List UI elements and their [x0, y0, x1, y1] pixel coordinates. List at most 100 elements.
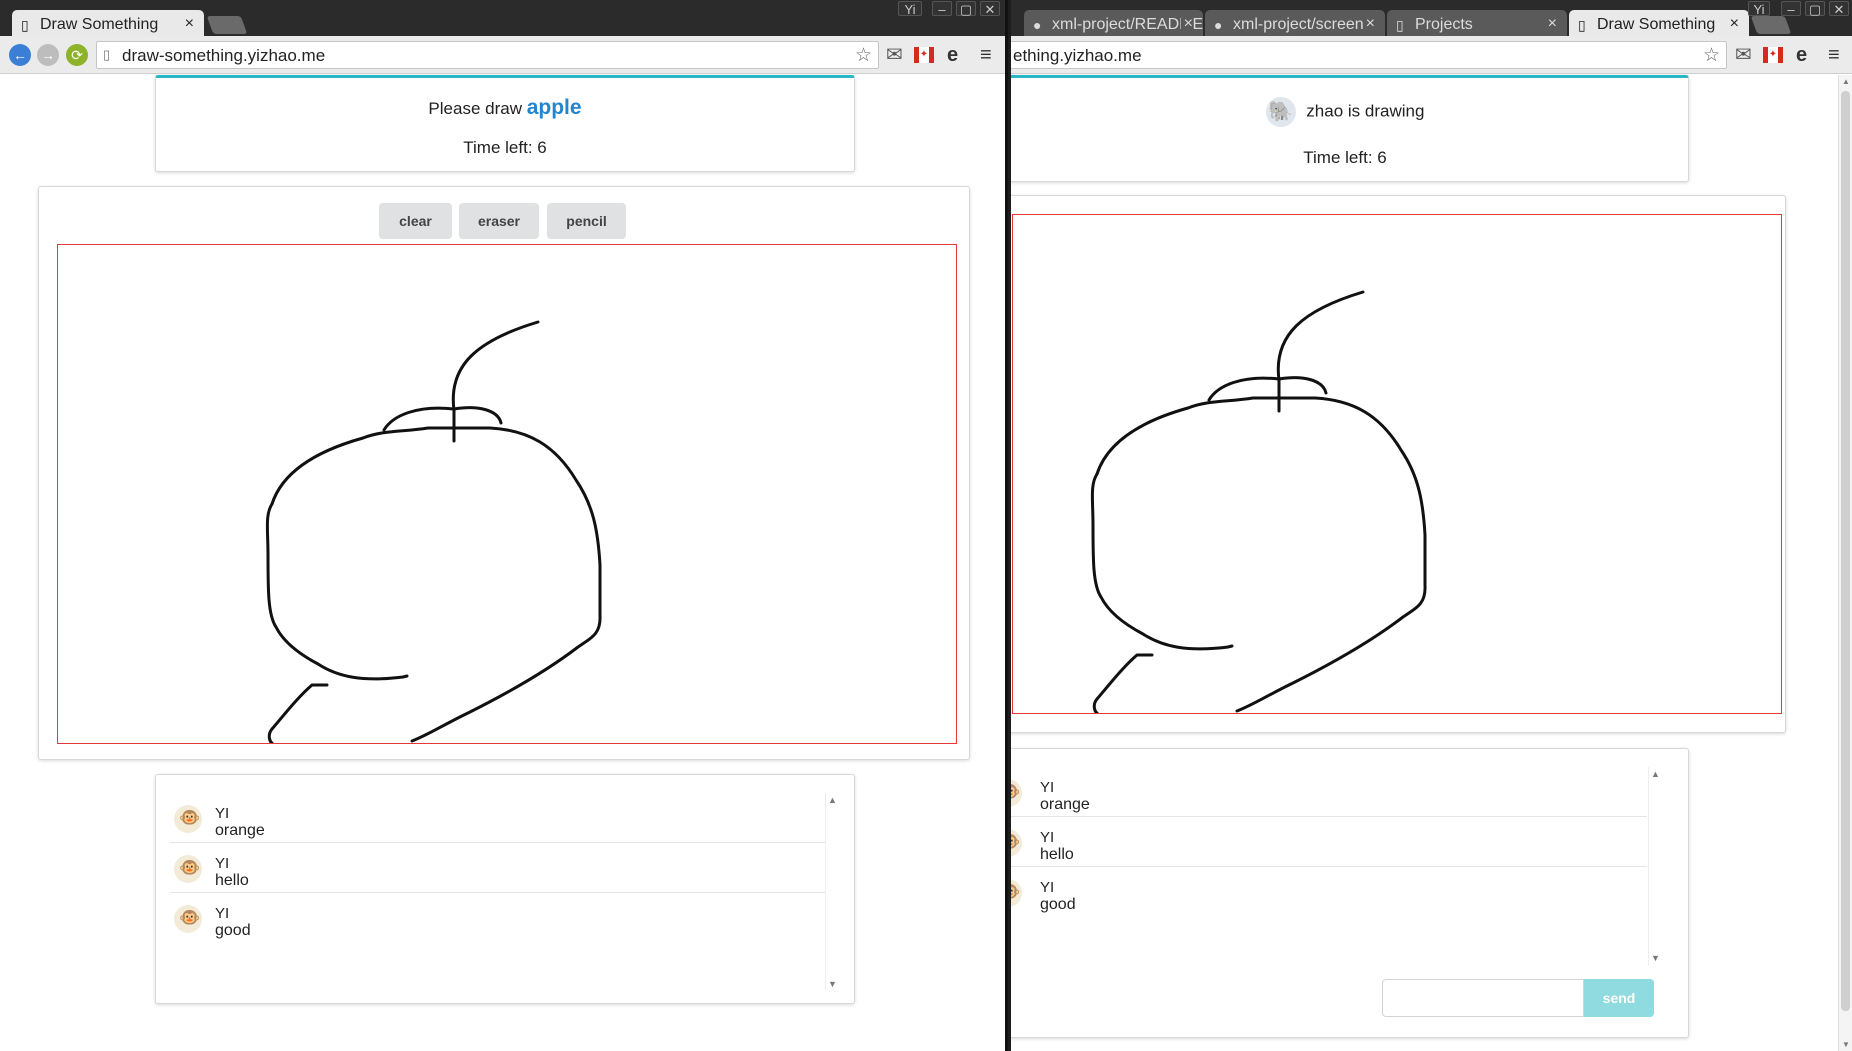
new-tab-button[interactable]	[206, 16, 248, 34]
back-icon[interactable]: ←	[9, 44, 31, 66]
address-bar[interactable]: ething.yizhao.me ☆	[1011, 41, 1727, 69]
monkey-avatar-icon: 🐵	[174, 805, 202, 833]
tab-draw-something[interactable]: ▯ Draw Something ×	[12, 10, 204, 37]
message-text: hello	[215, 872, 249, 889]
clear-button[interactable]: clear	[379, 203, 452, 239]
address-bar[interactable]: ▯ draw-something.yizhao.me ☆	[96, 41, 879, 69]
scroll-down-icon[interactable]: ▼	[1842, 1040, 1850, 1049]
new-tab-button[interactable]	[1750, 16, 1792, 34]
tab-title: Draw Something	[40, 16, 159, 33]
prompt-line: Please draw apple	[156, 96, 854, 120]
tab-strip: ▯ Draw Something × Yi – ▢ ✕	[0, 0, 1005, 37]
drawing-panel	[1011, 195, 1786, 733]
chat-message: 🐵 YI orange	[1011, 767, 1647, 817]
page-icon: ▯	[1396, 17, 1404, 33]
close-tab-icon[interactable]: ×	[1180, 15, 1193, 33]
scroll-up-icon[interactable]: ▲	[1842, 77, 1850, 86]
left-browser-window: ▯ Draw Something × Yi – ▢ ✕ ← → ⟳ ▯ draw…	[0, 0, 1008, 1051]
maximize-icon[interactable]: ▢	[1805, 1, 1825, 17]
close-window-icon[interactable]: ✕	[1829, 1, 1849, 17]
page-content: 🐘 zhao is drawing Time left: 6 YI orange…	[1011, 75, 1852, 1051]
extension-e-icon[interactable]: e	[947, 44, 958, 66]
page-scrollbar[interactable]: ▲ ▼	[1838, 75, 1852, 1051]
drawing-panel: clear eraser pencil	[38, 186, 970, 760]
chat-panel: 🐵 YI orange 🐵 YI hello 🐵 YI good ▲ ▼	[1011, 748, 1689, 1038]
chat-scrollbar[interactable]: ▲ ▼	[825, 793, 839, 991]
minimize-icon[interactable]: –	[932, 1, 952, 17]
chat-message: 🐵 YI hello	[1011, 817, 1647, 867]
scroll-up-icon[interactable]: ▲	[1651, 769, 1660, 779]
tab-title: Draw Something	[1597, 16, 1716, 33]
tab-screen[interactable]: ● xml-project/screen ×	[1205, 10, 1385, 37]
message-author: YI	[215, 855, 230, 872]
scroll-up-icon[interactable]: ▲	[828, 795, 837, 805]
prompt-prefix: Please draw	[428, 99, 522, 118]
chat-scrollbar[interactable]: ▲ ▼	[1648, 767, 1662, 965]
message-text: good	[1040, 896, 1076, 913]
monkey-avatar-icon: 🐵	[1011, 879, 1022, 907]
reload-icon[interactable]: ⟳	[66, 44, 88, 66]
bookmark-star-icon[interactable]: ☆	[1703, 44, 1720, 67]
close-tab-icon[interactable]: ×	[1548, 15, 1557, 33]
canada-flag-icon[interactable]: ✦	[1763, 47, 1783, 63]
drawing-canvas	[1012, 214, 1782, 714]
message-author: YI	[215, 905, 230, 922]
tab-projects[interactable]: ▯ Projects ×	[1387, 10, 1567, 37]
drawing-status: zhao is drawing	[1306, 101, 1425, 121]
page-icon: ▯	[103, 47, 111, 62]
apple-drawing	[1090, 290, 1427, 713]
chat-input[interactable]	[1382, 979, 1584, 1017]
apple-drawing	[265, 320, 602, 743]
message-text: orange	[215, 822, 265, 839]
menu-icon[interactable]: ≡	[980, 44, 992, 66]
minimize-icon[interactable]: –	[1781, 1, 1801, 17]
user-badge[interactable]: Yi	[898, 1, 922, 17]
url-text: draw-something.yizhao.me	[122, 46, 326, 65]
mail-icon[interactable]: ✉	[1735, 44, 1752, 66]
chat-message: 🐵 YI orange	[170, 793, 826, 843]
send-button[interactable]: send	[1584, 979, 1654, 1017]
menu-icon[interactable]: ≡	[1828, 44, 1840, 66]
time-left: Time left: 6	[1303, 148, 1387, 167]
page-content: Please draw apple Time left: 6 clear era…	[0, 75, 1005, 1051]
scrollbar-thumb[interactable]	[1841, 91, 1850, 1011]
scroll-down-icon[interactable]: ▼	[1651, 953, 1660, 963]
close-tab-icon[interactable]: ×	[185, 15, 194, 33]
github-icon: ●	[1214, 17, 1223, 33]
chat-message: 🐵 YI hello	[170, 843, 826, 893]
tab-draw-something[interactable]: ▯ Draw Something ×	[1569, 10, 1749, 37]
close-tab-icon[interactable]: ×	[1730, 15, 1739, 33]
browser-toolbar: ething.yizhao.me ☆ ✉ ✦ e ≡	[1011, 36, 1852, 74]
close-tab-icon[interactable]: ×	[1362, 15, 1375, 33]
tab-readme[interactable]: ● xml-project/README ×	[1024, 10, 1203, 37]
eraser-button[interactable]: eraser	[459, 203, 539, 239]
right-browser-window: ● xml-project/README × ● xml-project/scr…	[1011, 0, 1852, 1051]
monkey-avatar-icon: 🐵	[174, 905, 202, 933]
message-author: YI	[1040, 879, 1055, 896]
message-text: good	[215, 922, 251, 939]
message-text: hello	[1040, 846, 1074, 863]
maximize-icon[interactable]: ▢	[956, 1, 976, 17]
tab-title: xml-project/screen	[1233, 16, 1364, 33]
pencil-button[interactable]: pencil	[547, 203, 626, 239]
mail-icon[interactable]: ✉	[886, 44, 903, 66]
bookmark-star-icon[interactable]: ☆	[855, 44, 872, 67]
forward-icon[interactable]: →	[37, 44, 59, 66]
canada-flag-icon[interactable]: ✦	[914, 47, 934, 63]
scroll-down-icon[interactable]: ▼	[828, 979, 837, 989]
chat-list[interactable]: 🐵 YI orange 🐵 YI hello 🐵 YI good	[1011, 767, 1647, 965]
drawing-canvas[interactable]	[57, 244, 957, 744]
monkey-avatar-icon: 🐵	[1011, 779, 1022, 807]
chat-list[interactable]: 🐵 YI orange 🐵 YI hello 🐵 YI good	[170, 793, 826, 991]
extension-e-icon[interactable]: e	[1796, 44, 1807, 66]
browser-toolbar: ← → ⟳ ▯ draw-something.yizhao.me ☆ ✉ ✦ e…	[0, 36, 1005, 74]
close-window-icon[interactable]: ✕	[980, 1, 1000, 17]
user-badge[interactable]: Yi	[1748, 1, 1770, 17]
monkey-avatar-icon: 🐵	[174, 855, 202, 883]
tab-title: Projects	[1415, 16, 1473, 33]
monkey-avatar-icon: 🐵	[1011, 829, 1022, 857]
status-panel: 🐘 zhao is drawing Time left: 6	[1011, 75, 1689, 182]
tab-strip: ● xml-project/README × ● xml-project/scr…	[1011, 0, 1852, 37]
prompt-word: apple	[526, 96, 582, 119]
elephant-avatar-icon: 🐘	[1265, 97, 1296, 127]
